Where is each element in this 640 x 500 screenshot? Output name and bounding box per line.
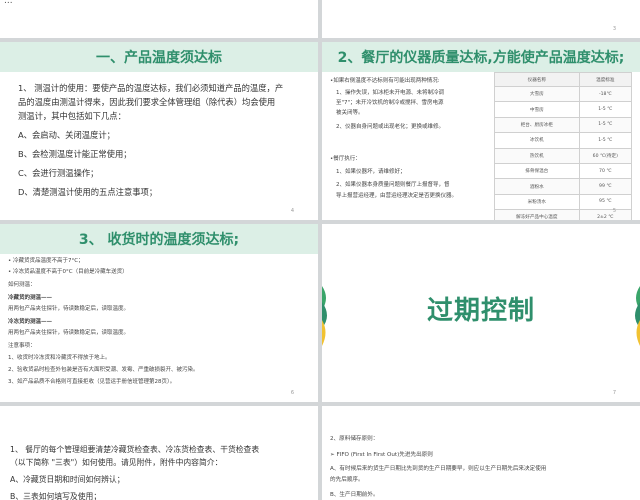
body-line: 注意事项：: [8, 343, 36, 349]
table-cell: 1-5 ℃: [578, 101, 633, 118]
body-line: 3、如产品品质不合格则可直接拒收（见营运手册信班管理第28页）。: [8, 379, 176, 385]
table-cell: -18℃: [578, 85, 633, 103]
body-line: 如何测温：: [8, 282, 36, 288]
note-line: 2、如果仪器本身质量问题则餐厅上报督导，督: [336, 182, 450, 188]
body-line: 1、 餐厅的每个管理组要清楚冷藏货检查表、冷冻货检查表、干货检查表: [10, 445, 260, 454]
body-line: 2、验收货品时检查外包装是否有大面积受潮、发霉、严重破损裂开、被污染。: [8, 367, 199, 373]
table-cell: 热饮机: [494, 147, 580, 164]
body-line: 冷藏货的测温——: [8, 295, 53, 301]
note-line: 导上报营运经理，由营运经理决定是否更换仪器。: [336, 193, 458, 199]
table-cell: 中雪房: [494, 101, 580, 118]
slide-thumbnail-2[interactable]: 3: [322, 0, 640, 38]
slide-title: 2、餐厅的仪器质量达标,方能使产品温度达标;: [337, 50, 625, 66]
page-number: 4: [290, 208, 294, 214]
body-line: • 冷藏货货品温度不高于7°C；: [8, 258, 84, 264]
table-cell: 2±2 ℃: [578, 209, 633, 220]
table-header-row: 仪器名称 温度标准: [494, 72, 633, 87]
table-cell: 60 ℃(待定): [578, 147, 633, 164]
page-number: 6: [290, 390, 294, 396]
table-header-cell: 温度标准: [578, 72, 633, 87]
page-number: 3: [612, 26, 616, 32]
body-line: C、会进行测温操作；: [18, 168, 99, 178]
slide-title: 3、 收货时的温度须达标;: [78, 232, 240, 248]
table-row: 酒粉水 99 ℃: [494, 178, 633, 195]
body-line: 用两包产品夹住探针，待读数稳定后，读取温度。: [8, 330, 130, 336]
note-line: 1、操作失误，如冰柜未开电源、未将制冷调: [336, 90, 445, 96]
slide-partial-text: ...: [4, 0, 13, 6]
body-line: A、冷藏货日期和时间如何辨认；: [10, 475, 125, 484]
body-line: B、生产日期前外。: [330, 492, 379, 498]
table-cell: 柜台、厨房冰柜: [494, 116, 580, 134]
table-row: 解冻好产品中心温度 2±2 ℃: [494, 209, 633, 220]
note-line: 被关闭等。: [336, 110, 364, 116]
table-row: 大雪房 -18℃: [494, 85, 633, 103]
slide-thumbnail-5[interactable]: 3、 收货时的温度须达标; • 冷藏货货品温度不高于7°C； • 冷冻货品温度不…: [0, 224, 318, 402]
body-line: ➢ FIFO (First In First Out)先进先出原则: [330, 452, 433, 458]
body-line: B、会检测温度计能正常使用；: [18, 149, 132, 159]
body-line: A、会启动、关闭温度计；: [18, 130, 115, 140]
body-line: D、清楚测温计使用的五点注意事项；: [18, 187, 158, 197]
body-line: （以下简称 "三表"）如何使用。请见附件，附件中内容简介：: [10, 458, 223, 467]
slide-thumbnail-4[interactable]: 2、餐厅的仪器质量达标,方能使产品温度达标; •如果右侧温度不达标则有可能出现两…: [322, 42, 640, 220]
table-row: 冰饮机 1-5 ℃: [494, 132, 633, 149]
page-number: 5: [612, 208, 616, 214]
body-line: 用两包产品夹住探针，待读数稳定后，读取温度。: [8, 306, 130, 312]
body-line: B、三表如何填写及使用；: [10, 492, 102, 500]
slide-title-bar: 3、 收货时的温度须达标;: [0, 224, 318, 254]
table-cell: 大雪房: [494, 85, 580, 103]
body-line: • 冷冻货品温度不高于0°C（目前是冷藏车送货）: [8, 269, 128, 275]
table-cell: 排骨保温台: [494, 162, 580, 180]
table-row: 排骨保温台 70 ℃: [494, 162, 633, 180]
table-cell: 酒粉水: [494, 178, 580, 195]
note-line: 2、仪器自身问题或出现老化；更换或维修。: [336, 124, 445, 130]
body-line: 1、 测温计的使用：要使产品的温度达标，我们必须知道产品的温度，产: [18, 83, 284, 93]
body-line: 冷冻货的测温——: [8, 319, 53, 325]
table-row: 柜台、厨房冰柜 1-5 ℃: [494, 116, 633, 134]
table-cell: 95 ℃: [578, 193, 633, 211]
table-cell: 冰饮机: [494, 132, 580, 149]
page-number: 7: [612, 390, 616, 396]
note-line: •如果右侧温度不达标则有可能出现两种情况:: [330, 78, 440, 84]
table-row: 中雪房 1-5 ℃: [494, 101, 633, 118]
slide-title-bar: 一、产品温度须达标: [0, 42, 318, 72]
body-line: 的先后顺序。: [330, 477, 364, 483]
table-cell: 1-5 ℃: [578, 116, 633, 134]
table-cell: 解冻好产品中心温度: [494, 209, 580, 220]
body-line: 品的温度由测温计得来，因此我们要求全体管理组（除代表）均会使用: [18, 97, 276, 107]
table-header-cell: 仪器名称: [494, 72, 580, 87]
slide-thumbnail-1[interactable]: ...: [0, 0, 318, 38]
slide-thumbnail-3[interactable]: 一、产品温度须达标 1、 测温计的使用：要使产品的温度达标，我们必须知道产品的温…: [0, 42, 318, 220]
slide-thumbnail-8[interactable]: 2、原料储存原则： ➢ FIFO (First In First Out)先进先…: [322, 406, 640, 500]
body-line: 测温计，其中包括如下几点：: [18, 111, 126, 121]
slide-thumbnail-6[interactable]: 过期控制 7: [322, 224, 640, 402]
slide-thumbnail-7[interactable]: 1、 餐厅的每个管理组要清楚冷藏货检查表、冷冻货检查表、干货检查表 （以下简称 …: [0, 406, 318, 500]
section-title: 过期控制: [426, 296, 535, 326]
table-row: 热饮机 60 ℃(待定): [494, 147, 633, 164]
slide-title-bar: 2、餐厅的仪器质量达标,方能使产品温度达标;: [322, 42, 640, 72]
note-line: 至"7"；未开冷饮机的制冷或搅拌、雪房电源: [336, 100, 444, 106]
body-line: 2、原料储存原则：: [330, 436, 379, 442]
note-line: 1、如果仪器坏，请维修好；: [336, 169, 406, 175]
table-cell: 70 ℃: [578, 162, 633, 180]
note-line: •餐厅执行：: [330, 156, 361, 162]
table-cell: 1-5 ℃: [578, 132, 633, 149]
body-line: 1、收货时冷冻货和冷藏货不得放于地上。: [8, 355, 111, 361]
table-cell: 99 ℃: [578, 178, 633, 195]
body-line: A、有时候后来的货生产日期比先到货的生产日期要早，则应以生产日期先后来决定使用: [330, 466, 547, 472]
table-row: 米粉汤水 95 ℃: [494, 193, 633, 211]
temperature-standard-table: 仪器名称 温度标准 大雪房 -18℃ 中雪房 1-5 ℃ 柜台、厨房冰柜 1-5 ℃ …: [494, 72, 633, 220]
slide-title: 一、产品温度须达标: [96, 50, 222, 66]
table-cell: 米粉汤水: [494, 193, 580, 211]
